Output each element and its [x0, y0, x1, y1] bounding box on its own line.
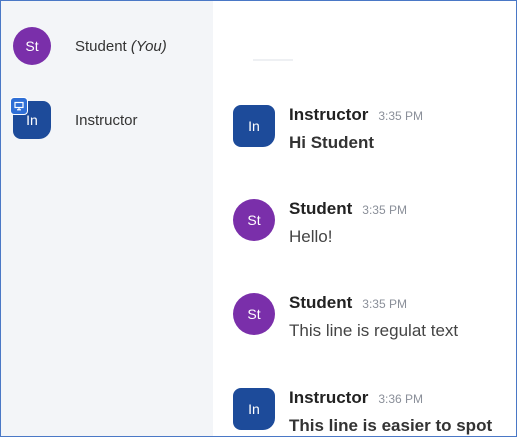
avatar: St [233, 293, 275, 335]
user-list-item-instructor[interactable]: In Instructor [10, 97, 138, 139]
avatar-initials: In [26, 112, 38, 128]
presenter-screen-icon [10, 97, 28, 115]
divider [253, 59, 293, 61]
message-sender: Student [289, 199, 353, 218]
user-list-item-student[interactable]: St Student (You) [13, 27, 167, 65]
avatar: St [13, 27, 51, 65]
chat-message: In Instructor 3:36 PM This line is easie… [233, 388, 492, 436]
message-sender: Instructor [289, 105, 369, 124]
avatar: St [233, 199, 275, 241]
message-time: 3:35 PM [378, 109, 424, 123]
chat-window: St Student (You) In Instructor In Instru… [0, 0, 517, 437]
avatar: In [233, 105, 275, 147]
chat-message: In Instructor 3:35 PM Hi Student [233, 105, 423, 153]
user-list: St Student (You) In Instructor [1, 1, 213, 436]
message-sender: Student [289, 293, 353, 312]
chat-message: St Student 3:35 PM Hello! [233, 199, 407, 247]
user-name: Student (You) [75, 38, 167, 55]
user-name-label: Instructor [75, 111, 138, 129]
user-name-label: Student [75, 37, 127, 55]
avatar-initials: St [247, 306, 261, 322]
message-text: This line is regulat text [289, 321, 459, 340]
chat-messages: In Instructor 3:35 PM Hi Student St Stud… [213, 1, 516, 436]
avatar-initials: In [248, 401, 260, 417]
avatar-initials: In [248, 118, 260, 134]
message-text: Hi Student [289, 133, 374, 152]
you-indicator: (You) [130, 37, 167, 55]
message-time: 3:36 PM [378, 392, 424, 406]
message-text: This line is easier to spot [289, 416, 493, 435]
message-time: 3:35 PM [362, 297, 407, 311]
message-sender: Instructor [289, 388, 369, 407]
avatar-initials: St [247, 212, 261, 228]
chat-message: St Student 3:35 PM This line is regulat … [233, 293, 458, 341]
message-time: 3:35 PM [362, 203, 407, 217]
avatar-initials: St [25, 38, 39, 54]
avatar: In [233, 388, 275, 430]
user-name: Instructor [75, 112, 138, 129]
message-text: Hello! [289, 227, 333, 246]
